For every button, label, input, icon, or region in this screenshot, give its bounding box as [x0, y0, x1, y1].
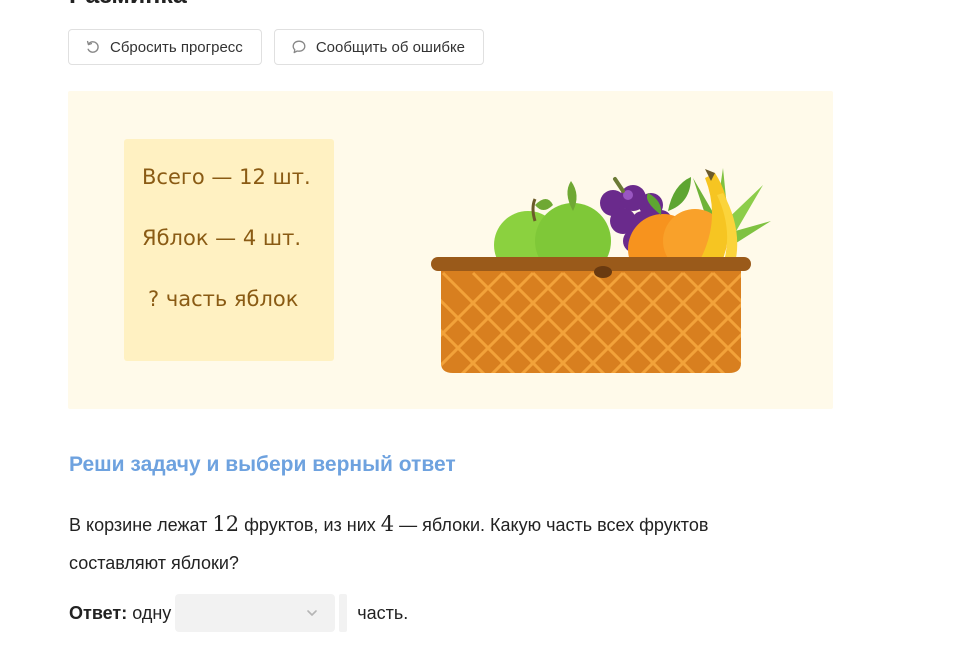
condition-card: Всего — 12 шт. Яблок — 4 шт. ? часть ябл…	[124, 139, 334, 361]
answer-label: Ответ:	[69, 602, 128, 623]
card-line-total: Всего — 12 шт.	[142, 165, 311, 189]
answer-prefix: одну	[132, 602, 172, 623]
answer-select[interactable]	[175, 594, 336, 632]
speech-bubble-icon	[292, 40, 306, 54]
answer-row: Ответ: одну часть.	[69, 594, 408, 632]
reset-progress-button[interactable]: Сбросить прогресс	[68, 29, 262, 65]
report-error-button[interactable]: Сообщить об ошибке	[273, 29, 485, 65]
answer-select-edge	[339, 594, 348, 632]
answer-suffix: часть.	[357, 602, 409, 623]
task-text-part-1: В корзине лежат	[69, 515, 213, 535]
report-error-label: Сообщить об ошибке	[315, 38, 466, 56]
reset-icon	[86, 40, 99, 53]
task-illustration: Всего — 12 шт. Яблок — 4 шт. ? часть ябл…	[68, 91, 833, 409]
fruit-basket-image	[431, 168, 771, 373]
task-number-apples: 4	[380, 512, 395, 536]
task-text: В корзине лежат 12 фруктов, из них 4 — я…	[69, 505, 809, 582]
task-number-total: 12	[212, 512, 240, 536]
task-text-part-2: фруктов, из них	[239, 515, 381, 535]
page-title: Разминка	[69, 0, 187, 10]
chevron-down-icon	[307, 610, 318, 616]
card-line-question: ? часть яблок	[148, 287, 299, 311]
toolbar: Сбросить прогресс Сообщить об ошибке	[68, 29, 485, 65]
task-subtitle: Реши задачу и выбери верный ответ	[69, 453, 456, 476]
reset-progress-label: Сбросить прогресс	[110, 38, 243, 56]
card-line-apples: Яблок — 4 шт.	[142, 226, 302, 250]
